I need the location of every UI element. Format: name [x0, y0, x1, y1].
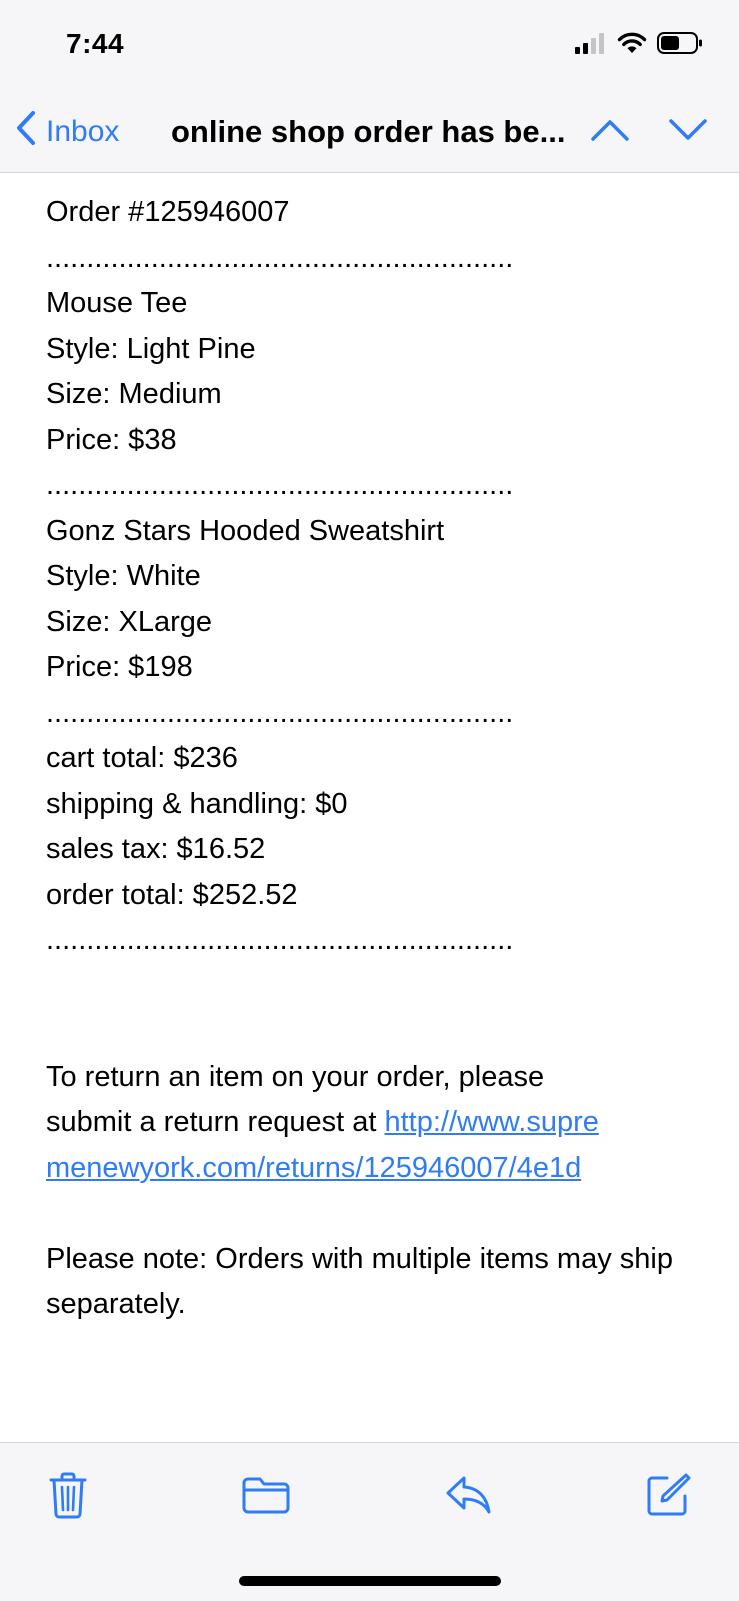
- item-size: Size: Medium: [46, 378, 222, 410]
- item-name: Gonz Stars Hooded Sweatshirt: [46, 514, 445, 547]
- shipping-handling: shipping & handling: $0: [46, 787, 348, 820]
- item-price: Price: $38: [46, 423, 177, 456]
- sales-tax: sales tax: $16.52: [46, 833, 266, 865]
- bottom-toolbar: [0, 1442, 739, 1601]
- folder-icon: [241, 1475, 291, 1520]
- status-time: 7:44: [66, 28, 125, 59]
- back-button-label: Inbox: [46, 115, 120, 148]
- item-size: Size: XLarge: [46, 605, 213, 638]
- compose-button[interactable]: [640, 1469, 696, 1525]
- item-style: Style: White: [46, 560, 201, 592]
- item-style: Style: Light Pine: [46, 332, 256, 365]
- trash-icon: [48, 1471, 88, 1524]
- compose-icon: [645, 1472, 691, 1523]
- home-indicator: [239, 1576, 501, 1586]
- item-price: Price: $198: [46, 651, 193, 683]
- cart-total: cart total: $236: [46, 742, 238, 774]
- move-to-folder-button[interactable]: [238, 1469, 294, 1525]
- cellular-signal-icon: [575, 32, 607, 59]
- status-icons: [575, 32, 703, 59]
- email-subject-title: online shop order has be...: [171, 114, 566, 149]
- return-instructions: To return an item on your order, please …: [46, 1055, 606, 1192]
- status-bar: 7:44: [0, 0, 739, 94]
- trash-button[interactable]: [40, 1469, 96, 1525]
- reply-icon: [444, 1474, 492, 1521]
- email-body: Order #125946007 .......................…: [46, 190, 706, 1328]
- item-name: Mouse Tee: [46, 287, 188, 319]
- battery-icon: [657, 32, 703, 59]
- order-number: Order #125946007: [46, 196, 290, 228]
- separator: ........................................…: [46, 469, 514, 501]
- order-total: order total: $252.52: [46, 878, 298, 911]
- previous-message-button[interactable]: [588, 112, 632, 152]
- separator: ........................................…: [46, 924, 514, 956]
- back-to-inbox-button[interactable]: Inbox: [16, 108, 119, 156]
- navigation-bar: Inbox online shop order has be...: [0, 94, 739, 173]
- shipping-note: Please note: Orders with multiple items …: [46, 1242, 673, 1321]
- chevron-down-icon: [668, 118, 708, 147]
- chevron-left-icon: [16, 110, 46, 154]
- next-message-button[interactable]: [666, 112, 710, 152]
- separator: ........................................…: [46, 241, 514, 274]
- chevron-up-icon: [590, 118, 630, 147]
- wifi-icon: [617, 32, 647, 59]
- reply-button[interactable]: [440, 1469, 496, 1525]
- separator: ........................................…: [46, 696, 514, 729]
